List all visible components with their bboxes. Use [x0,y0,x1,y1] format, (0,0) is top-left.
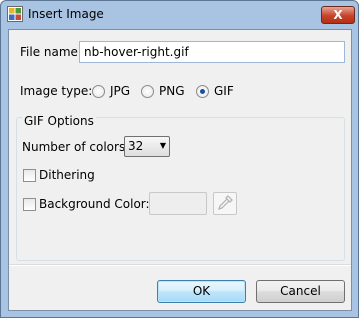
file-name-value: nb-hover-right.gif [84,45,189,59]
button-separator [9,264,351,266]
gif-options-legend: GIF Options [22,114,96,128]
background-color-label: Background Color: [39,197,150,211]
dithering-label: Dithering [39,168,95,182]
file-name-label: File name: [20,45,82,59]
background-color-checkbox[interactable] [23,198,36,211]
image-type-label: Image type: [20,84,93,98]
dialog-title: Insert Image [28,7,104,21]
dithering-checkbox[interactable] [23,169,36,182]
background-color-swatch[interactable] [149,192,207,215]
number-of-colors-label: Number of colors: [22,140,130,154]
radio-jpg-label: JPG [110,84,131,98]
radio-png[interactable] [141,85,154,98]
app-icon [7,6,23,22]
radio-gif[interactable] [196,85,209,98]
ok-button[interactable]: OK [157,280,246,303]
color-picker-button[interactable] [213,192,237,215]
title-bar: Insert Image X [1,1,358,28]
chevron-down-icon: ▼ [159,141,166,150]
cancel-button[interactable]: Cancel [256,280,345,303]
radio-gif-label: GIF [214,84,234,98]
close-icon: X [333,8,343,22]
insert-image-dialog: Insert Image X File name: nb-hover-right… [0,0,359,318]
number-of-colors-value: 32 [128,139,144,153]
radio-jpg[interactable] [92,85,105,98]
gif-options-group [16,117,345,261]
file-name-input[interactable]: nb-hover-right.gif [79,41,345,63]
close-button[interactable]: X [321,6,355,24]
number-of-colors-select[interactable]: 32 ▼ [124,136,170,157]
dialog-body: File name: nb-hover-right.gif Image type… [8,29,352,311]
eyedropper-icon [218,195,233,210]
radio-png-label: PNG [159,84,185,98]
